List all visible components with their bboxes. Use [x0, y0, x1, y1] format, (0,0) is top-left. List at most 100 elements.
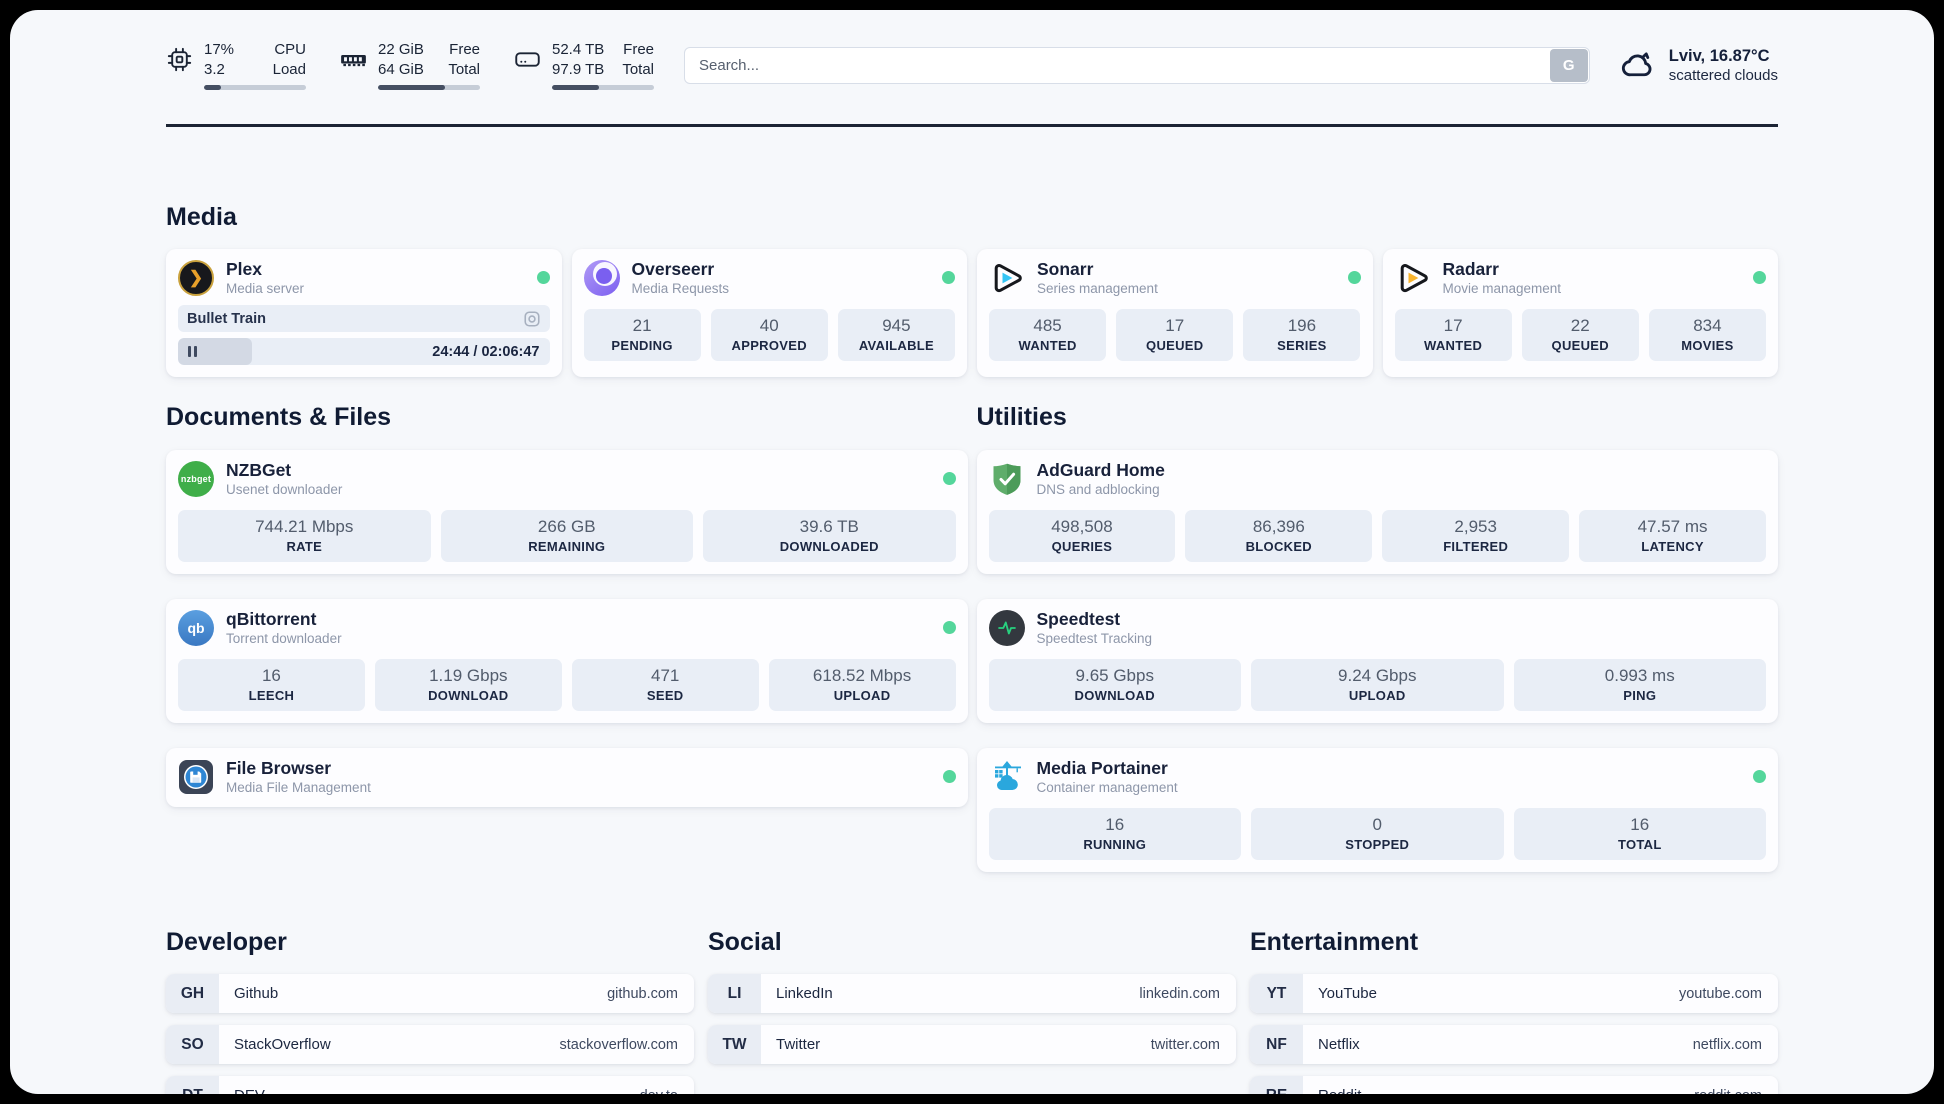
pause-icon[interactable]: [188, 346, 197, 357]
link-url: dev.to: [640, 1088, 678, 1095]
playback-progress-bar: 24:44 / 02:06:47: [178, 338, 550, 365]
link-reddit[interactable]: RE Reddit reddit.com: [1250, 1076, 1778, 1094]
qbittorrent-icon: qb: [178, 609, 214, 646]
app-title: AdGuard Home: [1036, 460, 1165, 480]
stat-queued: 17 QUEUED: [1116, 309, 1234, 361]
stat-running: 16 RUNNING: [988, 808, 1241, 860]
app-card-nzbget[interactable]: nzbget NZBGet Usenet downloader 744.21 M…: [166, 450, 968, 574]
link-name: Reddit: [1318, 1087, 1361, 1094]
link-netflix[interactable]: NF Netflix netflix.com: [1250, 1025, 1778, 1064]
link-dev[interactable]: DT DEV dev.to: [166, 1076, 694, 1094]
search-engine-button[interactable]: G: [1549, 48, 1588, 82]
app-subtitle: Series management: [1037, 281, 1158, 296]
adguard-shield-icon: [989, 461, 1025, 497]
section-heading-social: Social: [708, 928, 782, 956]
app-title: File Browser: [226, 758, 332, 778]
app-card-portainer[interactable]: Media Portainer Container management 16 …: [976, 748, 1778, 872]
stat-queries: 498,508 QUERIES: [988, 510, 1176, 562]
app-card-filebrowser[interactable]: File Browser Media File Management: [166, 748, 968, 807]
sonarr-icon: [989, 260, 1025, 296]
top-bar: 17% CPU 3.2 Load 22 GiB Free 64 GiB Tota…: [166, 36, 1778, 94]
app-subtitle: Movie management: [1442, 281, 1562, 296]
weather-widget: Lviv, 16.87°C scattered clouds: [1620, 47, 1778, 84]
status-online-dot: [1347, 271, 1361, 284]
link-name: Github: [234, 985, 279, 1002]
session-camera-icon[interactable]: [523, 310, 541, 328]
cpu-load-label: Load: [272, 61, 306, 78]
link-linkedin[interactable]: LI LinkedIn linkedin.com: [708, 974, 1236, 1013]
link-name: LinkedIn: [776, 985, 833, 1002]
link-url: twitter.com: [1150, 1036, 1220, 1053]
app-subtitle: Media File Management: [226, 780, 371, 795]
media-grid: ❯ Plex Media server Bullet Train 24:44 /…: [166, 249, 1778, 377]
stat-total: 16 TOTAL: [1513, 808, 1766, 860]
nzbget-icon: nzbget: [178, 460, 214, 497]
app-title: Speedtest: [1036, 609, 1121, 629]
section-heading-documents: Documents & Files: [166, 403, 392, 431]
section-heading-entertainment: Entertainment: [1250, 928, 1419, 956]
stat-remaining: 266 GB REMAINING: [440, 510, 693, 562]
disk-total-value: 97.9 TB: [552, 61, 605, 78]
link-url: youtube.com: [1678, 985, 1762, 1002]
stat-available: 945 AVAILABLE: [837, 309, 955, 361]
app-card-overseerr[interactable]: Overseerr Media Requests 21 PENDING 40 A…: [571, 249, 967, 377]
link-twitter[interactable]: TW Twitter twitter.com: [708, 1025, 1236, 1064]
now-playing-bar: Bullet Train: [178, 305, 550, 332]
app-subtitle: Media Requests: [631, 281, 730, 296]
app-title: Sonarr: [1037, 259, 1094, 279]
ram-progress-bar: [378, 84, 480, 90]
cpu-load-value: 3.2: [204, 61, 225, 78]
stat-movies: 834 MOVIES: [1648, 309, 1766, 361]
link-name: DEV: [234, 1087, 265, 1094]
link-youtube[interactable]: YT YouTube youtube.com: [1250, 974, 1778, 1013]
app-title: qBittorrent: [226, 609, 317, 629]
radarr-icon: [1395, 260, 1431, 296]
stat-downloaded: 39.6 TB DOWNLOADED: [703, 510, 956, 562]
link-badge: DT: [166, 1076, 219, 1094]
stat-upload: 618.52 Mbps UPLOAD: [768, 659, 956, 711]
cloud-icon: [1620, 47, 1656, 83]
disk-free-label: Free: [623, 41, 654, 59]
link-badge: NF: [1250, 1025, 1303, 1064]
bookmark-sections: Developer GH Github github.com SO StackO…: [166, 928, 1778, 1094]
app-card-sonarr[interactable]: Sonarr Series management 485 WANTED 17 Q…: [977, 249, 1373, 377]
link-name: Twitter: [776, 1036, 821, 1053]
link-name: Netflix: [1318, 1036, 1360, 1053]
header-divider: [166, 124, 1778, 127]
dashboard-page: 17% CPU 3.2 Load 22 GiB Free 64 GiB Tota…: [10, 10, 1934, 1094]
app-title: Media Portainer: [1036, 758, 1168, 778]
link-stackoverflow[interactable]: SO StackOverflow stackoverflow.com: [166, 1025, 694, 1064]
app-subtitle: DNS and adblocking: [1036, 482, 1160, 497]
app-card-qbittorrent[interactable]: qb qBittorrent Torrent downloader 16 LEE…: [166, 599, 968, 723]
stat-wanted: 485 WANTED: [989, 309, 1107, 361]
link-name: YouTube: [1318, 985, 1377, 1002]
link-url: linkedin.com: [1139, 985, 1220, 1002]
playback-time: 24:44 / 02:06:47: [432, 343, 540, 360]
section-heading-developer: Developer: [166, 928, 287, 956]
ram-free-value: 22 GiB: [378, 41, 424, 59]
search-bar: G: [684, 46, 1590, 84]
app-title: NZBGet: [226, 460, 292, 480]
app-card-adguard[interactable]: AdGuard Home DNS and adblocking 498,508 …: [976, 450, 1778, 574]
stat-leech: 16 LEECH: [178, 659, 365, 711]
app-title: Overseerr: [631, 259, 715, 279]
search-input[interactable]: [684, 46, 1590, 84]
app-subtitle: Media server: [226, 281, 305, 296]
link-name: StackOverflow: [234, 1036, 331, 1053]
stat-wanted: 17 WANTED: [1394, 309, 1512, 361]
utilities-column: Utilities AdGuard Home DNS and adblockin…: [976, 403, 1778, 872]
stat-stopped: 0 STOPPED: [1251, 808, 1504, 860]
app-card-plex[interactable]: ❯ Plex Media server Bullet Train 24:44 /…: [166, 249, 562, 377]
link-github[interactable]: GH Github github.com: [166, 974, 694, 1013]
link-url: stackoverflow.com: [559, 1036, 678, 1053]
app-card-radarr[interactable]: Radarr Movie management 17 WANTED 22 QUE…: [1382, 249, 1778, 377]
weather-location-temp: Lviv, 16.87°C: [1668, 46, 1770, 65]
app-subtitle: Usenet downloader: [226, 482, 343, 497]
social-links: Social LI LinkedIn linkedin.com TW Twitt…: [708, 928, 1236, 1076]
link-badge: LI: [708, 974, 761, 1013]
stat-approved: 40 APPROVED: [710, 309, 828, 361]
app-card-speedtest[interactable]: Speedtest Speedtest Tracking 9.65 Gbps D…: [976, 599, 1778, 723]
status-online-dot: [1753, 271, 1766, 284]
plex-icon: ❯: [178, 259, 214, 296]
ram-stat: 22 GiB Free 64 GiB Total: [340, 40, 480, 90]
